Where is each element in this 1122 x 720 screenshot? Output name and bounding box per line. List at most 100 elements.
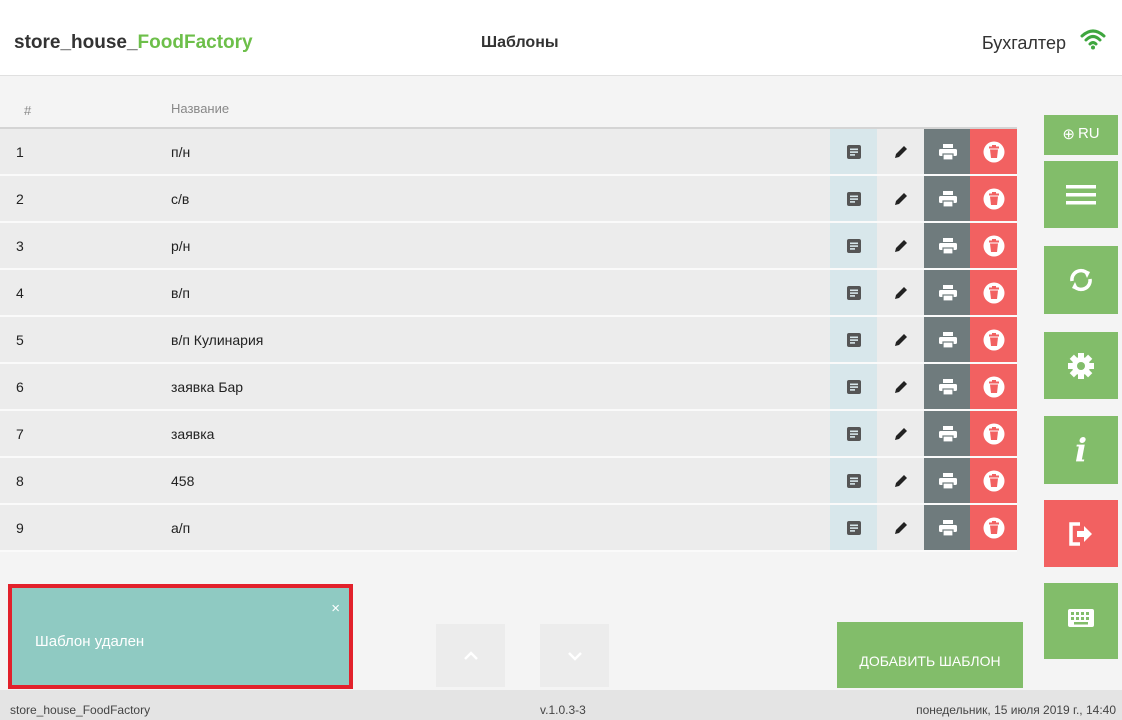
edit-button[interactable]: [877, 458, 924, 503]
row-name: с/в: [171, 191, 190, 207]
table-row[interactable]: 4 в/п: [0, 270, 1017, 317]
view-button[interactable]: [830, 270, 877, 315]
table-header: # Название: [0, 89, 1017, 129]
document-icon: [846, 285, 861, 300]
view-button[interactable]: [830, 364, 877, 409]
trash-icon: [983, 188, 1004, 209]
row-name: п/н: [171, 144, 191, 160]
view-button[interactable]: [830, 411, 877, 456]
view-button[interactable]: [830, 223, 877, 268]
print-button[interactable]: [924, 411, 971, 456]
delete-button[interactable]: [970, 176, 1017, 221]
row-number: 1: [16, 144, 24, 160]
view-button[interactable]: [830, 317, 877, 362]
settings-button[interactable]: [1044, 332, 1118, 399]
pencil-icon: [894, 427, 907, 440]
page-up-button[interactable]: [436, 624, 505, 687]
edit-button[interactable]: [877, 317, 924, 362]
row-number: 3: [16, 238, 24, 254]
table-row[interactable]: 1 п/н: [0, 129, 1017, 176]
document-icon: [846, 520, 861, 535]
document-icon: [846, 191, 861, 206]
table-row[interactable]: 6 заявка Бар: [0, 364, 1017, 411]
delete-button[interactable]: [970, 223, 1017, 268]
print-button[interactable]: [924, 317, 971, 362]
table-row[interactable]: 9 а/п: [0, 505, 1017, 552]
close-icon[interactable]: ×: [331, 600, 340, 617]
view-button[interactable]: [830, 505, 877, 550]
info-button[interactable]: i: [1044, 416, 1118, 484]
user-role[interactable]: Бухгалтер: [982, 33, 1066, 54]
edit-button[interactable]: [877, 223, 924, 268]
row-number: 2: [16, 191, 24, 207]
trash-icon: [983, 141, 1004, 162]
logout-button[interactable]: [1044, 500, 1118, 567]
app-brand: store_house_FoodFactory: [14, 32, 253, 54]
table-row[interactable]: 7 заявка: [0, 411, 1017, 458]
pencil-icon: [894, 333, 907, 346]
row-number: 5: [16, 332, 24, 348]
sync-button[interactable]: [1044, 246, 1118, 314]
printer-icon: [938, 331, 957, 349]
table-row[interactable]: 8 458: [0, 458, 1017, 505]
info-icon: i: [1074, 431, 1088, 469]
print-button[interactable]: [924, 129, 971, 174]
column-number: #: [24, 103, 32, 118]
row-number: 4: [16, 285, 24, 301]
printer-icon: [938, 190, 957, 208]
trash-icon: [983, 376, 1004, 397]
view-button[interactable]: [830, 176, 877, 221]
toast-message: Шаблон удален: [35, 633, 145, 650]
printer-icon: [938, 378, 957, 396]
document-icon: [846, 426, 861, 441]
pencil-icon: [894, 286, 907, 299]
page-title: Шаблоны: [481, 34, 559, 51]
column-name: Название: [171, 101, 230, 116]
table-row[interactable]: 3 р/н: [0, 223, 1017, 270]
print-button[interactable]: [924, 505, 971, 550]
delete-button[interactable]: [970, 129, 1017, 174]
pencil-icon: [894, 239, 907, 252]
row-name: в/п: [171, 285, 190, 301]
print-button[interactable]: [924, 176, 971, 221]
delete-button[interactable]: [970, 317, 1017, 362]
brand-accent: FoodFactory: [137, 32, 253, 53]
printer-icon: [938, 284, 957, 302]
delete-button[interactable]: [970, 411, 1017, 456]
pencil-icon: [894, 380, 907, 393]
keyboard-button[interactable]: [1044, 583, 1118, 659]
trash-icon: [983, 329, 1004, 350]
printer-icon: [938, 472, 957, 490]
gear-icon: [1068, 352, 1094, 379]
view-button[interactable]: [830, 129, 877, 174]
logout-icon: [1069, 521, 1092, 546]
table-row[interactable]: 5 в/п Кулинария: [0, 317, 1017, 364]
pencil-icon: [894, 474, 907, 487]
page-down-button[interactable]: [540, 624, 609, 687]
view-button[interactable]: [830, 458, 877, 503]
delete-button[interactable]: [970, 270, 1017, 315]
print-button[interactable]: [924, 364, 971, 409]
trash-icon: [983, 470, 1004, 491]
add-template-button[interactable]: ДОБАВИТЬ ШАБЛОН: [837, 622, 1023, 688]
edit-button[interactable]: [877, 270, 924, 315]
delete-button[interactable]: [970, 505, 1017, 550]
print-button[interactable]: [924, 270, 971, 315]
printer-icon: [938, 425, 957, 443]
edit-button[interactable]: [877, 129, 924, 174]
edit-button[interactable]: [877, 364, 924, 409]
document-icon: [846, 332, 861, 347]
print-button[interactable]: [924, 223, 971, 268]
document-icon: [846, 473, 861, 488]
menu-button[interactable]: [1044, 161, 1118, 228]
edit-button[interactable]: [877, 411, 924, 456]
trash-icon: [983, 235, 1004, 256]
chevron-down-icon: [567, 651, 582, 661]
table-row[interactable]: 2 с/в: [0, 176, 1017, 223]
delete-button[interactable]: [970, 364, 1017, 409]
delete-button[interactable]: [970, 458, 1017, 503]
edit-button[interactable]: [877, 505, 924, 550]
print-button[interactable]: [924, 458, 971, 503]
language-button[interactable]: ⊕ RU: [1044, 115, 1118, 155]
edit-button[interactable]: [877, 176, 924, 221]
